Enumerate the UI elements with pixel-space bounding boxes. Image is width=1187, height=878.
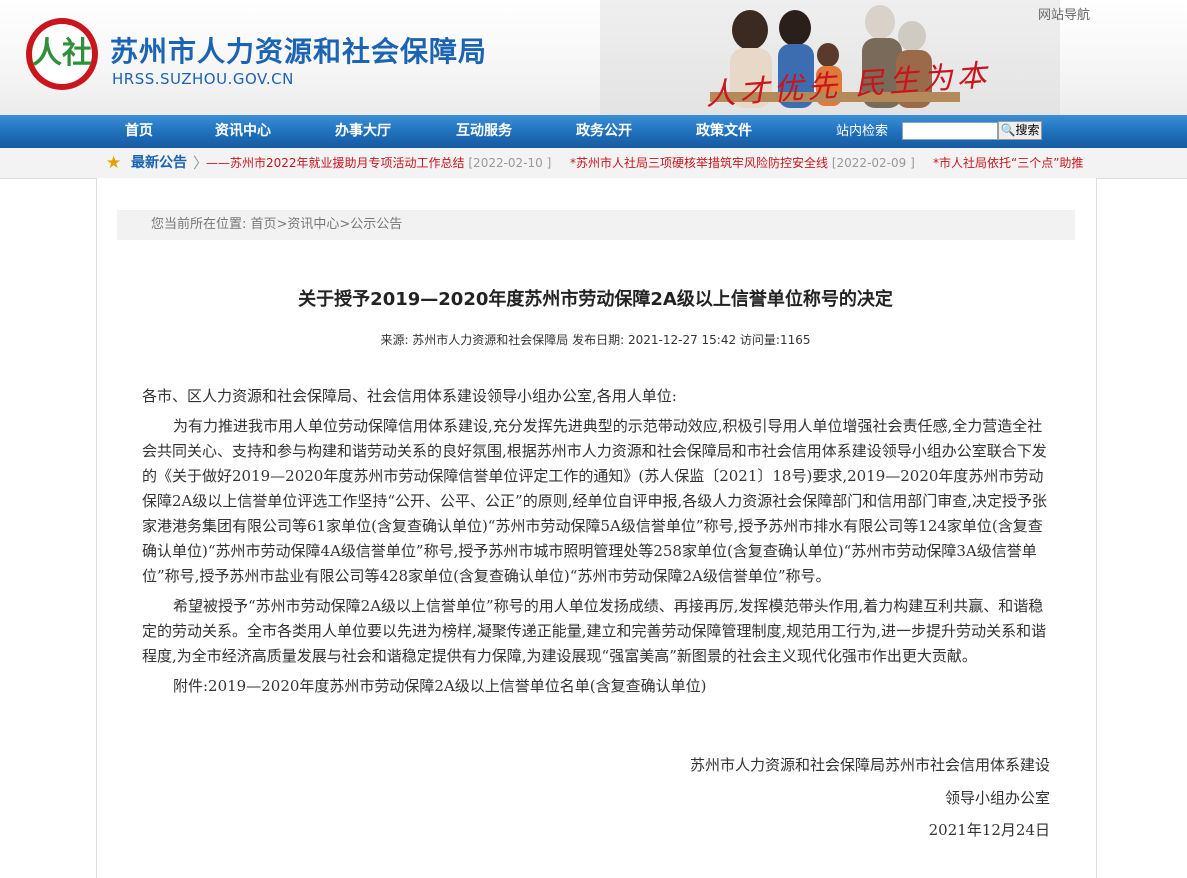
nav-home[interactable]: 首页 xyxy=(125,115,153,148)
announcement-title: 最新公告 xyxy=(131,155,187,171)
paragraph: 希望被授予“苏州市劳动保障2A级以上信誉单位”称号的用人单位发扬成绩、再接再厉,… xyxy=(142,597,1047,665)
nav-government-affairs[interactable]: 政务公开 xyxy=(576,115,632,148)
attachment-line[interactable]: 附件:2019—2020年度苏州市劳动保障2A级以上信誉单位名单(含复查确认单位… xyxy=(142,674,1052,699)
announcement-item[interactable]: ——苏州市2022年就业援助月专项活动工作总结 [2022-02-10 ] xyxy=(206,148,551,178)
breadcrumb: 您当前所在位置: 首页>资讯中心>公示公告 xyxy=(117,210,1075,240)
signature-date: 2021年12月24日 xyxy=(928,821,1050,839)
announcement-item-date: [2022-02-10 ] xyxy=(468,156,552,170)
article-meta: 来源: 苏州市人力资源和社会保障局 发布日期: 2021-12-27 15:42… xyxy=(380,333,811,347)
announcement-item-text[interactable]: *市人社局依托“三个点”助推 xyxy=(933,156,1083,170)
logo-mark: 人社 xyxy=(32,36,92,71)
nav-service-hall[interactable]: 办事大厅 xyxy=(335,115,391,148)
site-title[interactable]: 苏州市人力资源和社会保障局 xyxy=(110,30,487,70)
site-url: HRSS.SUZHOU.GOV.CN xyxy=(112,70,294,88)
star-icon: ★ xyxy=(106,153,122,173)
site-navigation-link[interactable]: 网站导航 xyxy=(1038,4,1090,23)
search-label: 站内检索 xyxy=(836,124,889,139)
article-title: 关于授予2019—2020年度苏州市劳动保障2A级以上信誉单位称号的决定 xyxy=(298,289,893,310)
main-nav: 首页 资讯中心 办事大厅 互动服务 政务公开 政策文件 站内检索 🔍搜索 xyxy=(0,115,1187,148)
nav-policy-documents[interactable]: 政策文件 xyxy=(696,115,752,148)
breadcrumb-text[interactable]: 您当前所在位置: 首页>资讯中心>公示公告 xyxy=(151,217,402,232)
announcement-item[interactable]: *苏州市人社局三项硬核举措筑牢风险防控安全线 [2022-02-09 ] xyxy=(570,148,915,178)
announcement-bar: ★ 最新公告 〉 ——苏州市2022年就业援助月专项活动工作总结 [2022-0… xyxy=(0,148,1187,179)
site-header: 人社 苏州市人力资源和社会保障局 HRSS.SUZHOU.GOV.CN 人才优先… xyxy=(0,0,1187,115)
nav-news-center[interactable]: 资讯中心 xyxy=(215,115,271,148)
announcement-item-date: [2022-02-09 ] xyxy=(831,156,915,170)
announcement-item[interactable]: *市人社局依托“三个点”助推 xyxy=(933,148,1083,178)
article-body: 各市、区人力资源和社会保障局、社会信用体系建设领导小组办公室,各用人单位: 为有… xyxy=(142,384,1052,704)
site-logo[interactable]: 人社 xyxy=(26,18,98,90)
paragraph: 为有力推进我市用人单位劳动保障信用体系建设,充分发挥先进典型的示范带动效应,积极… xyxy=(142,417,1048,585)
nav-interactive-service[interactable]: 互动服务 xyxy=(456,115,512,148)
salutation: 各市、区人力资源和社会保障局、社会信用体系建设领导小组办公室,各用人单位: xyxy=(142,387,677,405)
search-input[interactable] xyxy=(902,122,998,140)
search-button[interactable]: 🔍搜索 xyxy=(998,121,1042,140)
signature-office: 领导小组办公室 xyxy=(944,789,1050,807)
announcement-item-text[interactable]: ——苏州市2022年就业援助月专项活动工作总结 xyxy=(206,156,465,170)
signature-org: 苏州市人力资源和社会保障局苏州市社会信用体系建设 xyxy=(689,756,1050,774)
announcement-item-text[interactable]: *苏州市人社局三项硬核举措筑牢风险防控安全线 xyxy=(570,156,828,170)
